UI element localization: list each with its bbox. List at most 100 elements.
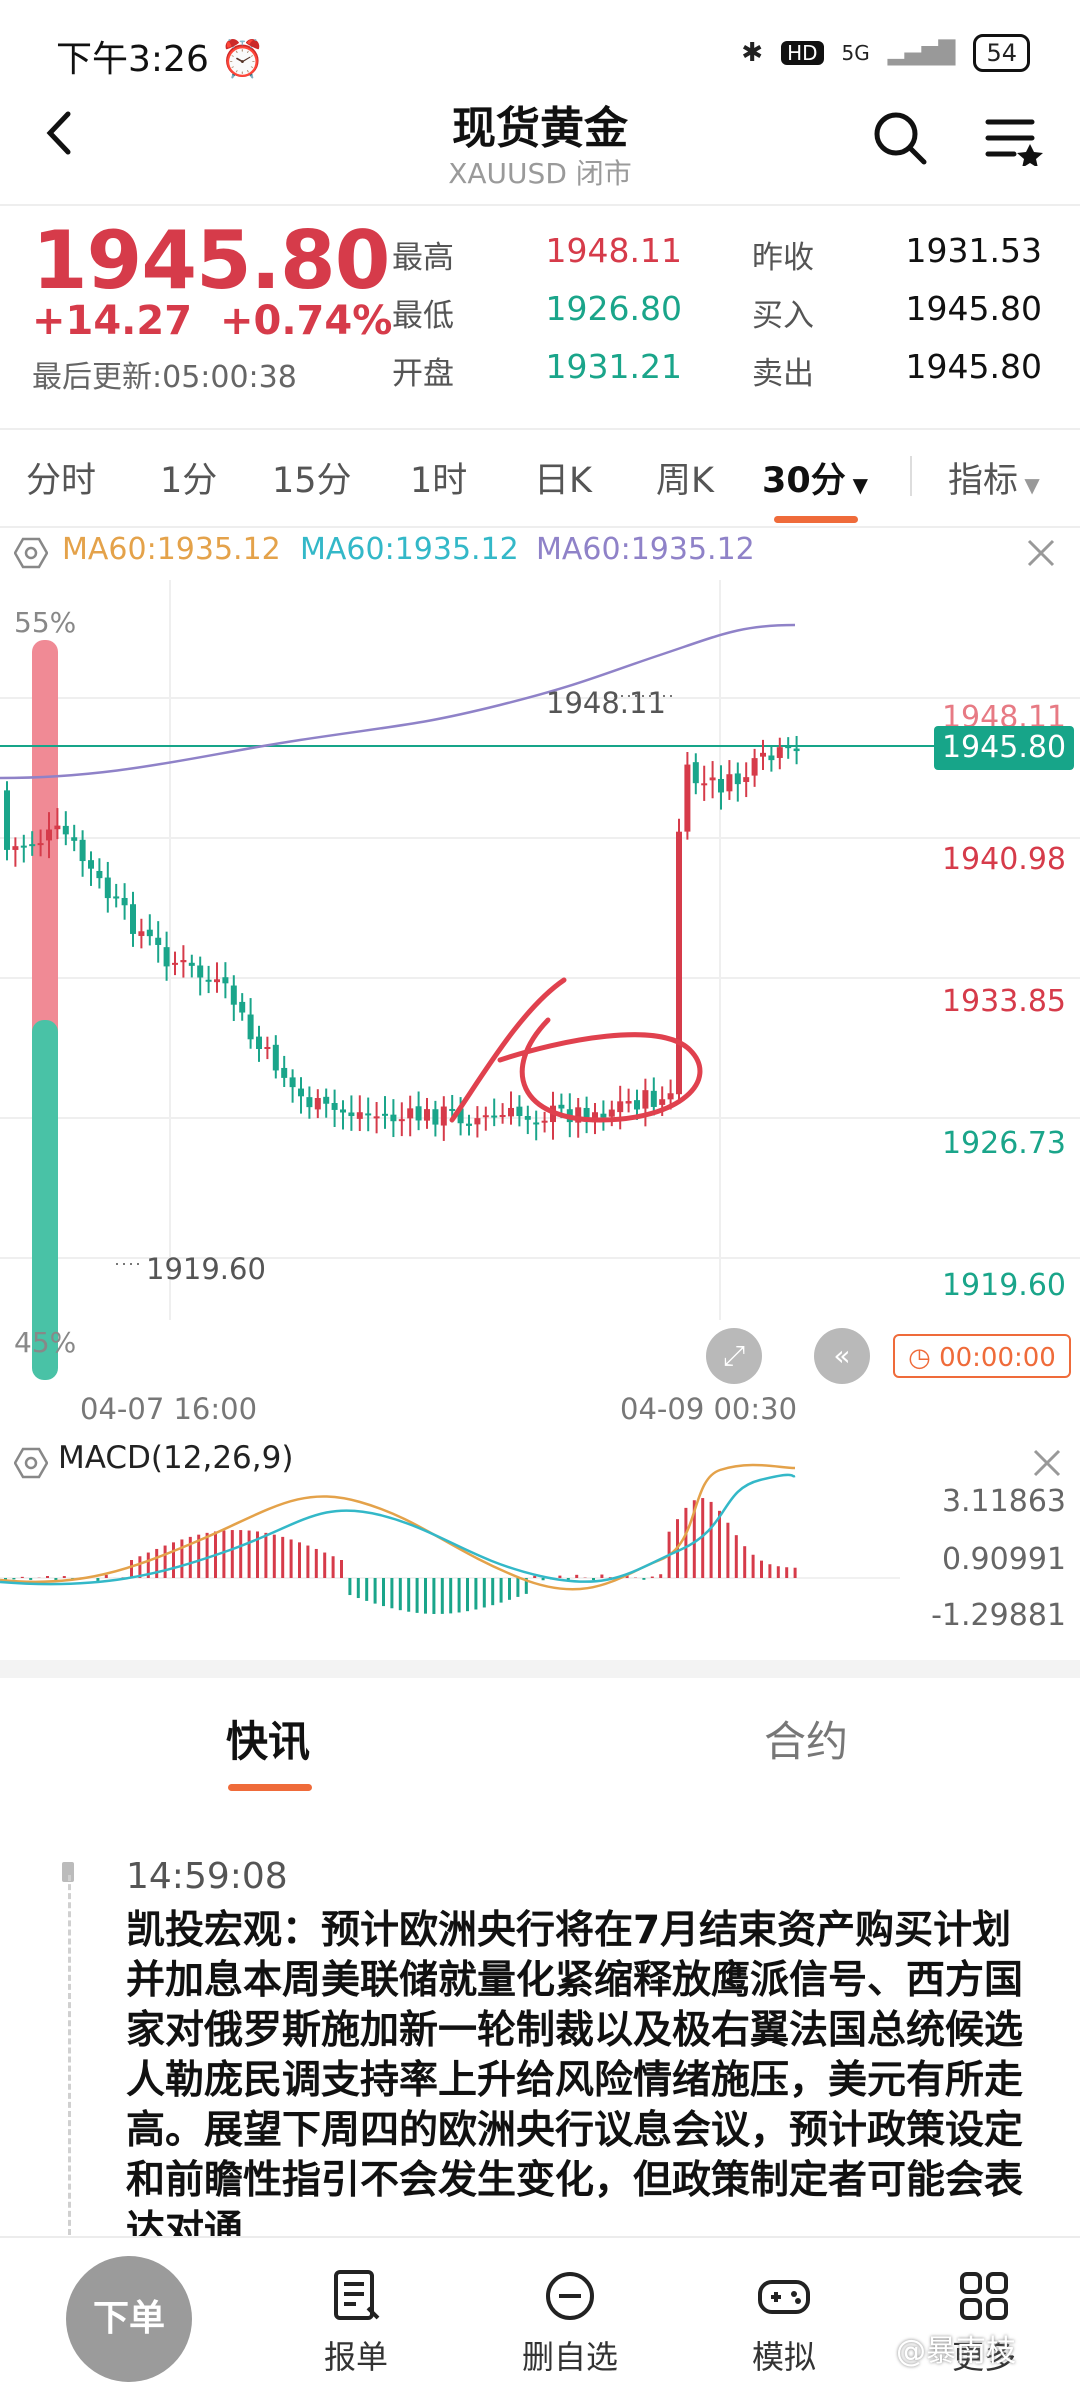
candle-body bbox=[155, 938, 161, 945]
stat-label-high: 最高 bbox=[392, 232, 454, 277]
hexagon-settings-icon bbox=[14, 536, 48, 570]
tab-30min[interactable]: 30分 ▼ bbox=[762, 452, 868, 503]
macd-bar bbox=[516, 1578, 519, 1597]
macd-bar bbox=[684, 1508, 687, 1578]
candle-body bbox=[180, 960, 186, 962]
clock-icon: ◷ bbox=[908, 1343, 939, 1373]
macd-bar bbox=[735, 1535, 738, 1578]
tab-1hour[interactable]: 1时 bbox=[410, 452, 467, 503]
caret-down-icon: ▼ bbox=[1018, 473, 1040, 497]
candle-body bbox=[726, 774, 732, 791]
rewind-button[interactable]: « bbox=[814, 1328, 870, 1384]
macd-bar bbox=[407, 1578, 410, 1612]
candle-body bbox=[38, 843, 44, 845]
macd-bar bbox=[726, 1523, 729, 1578]
macd-bar bbox=[273, 1535, 276, 1578]
candle-body bbox=[768, 756, 774, 761]
caret-down-icon: ▼ bbox=[846, 473, 868, 497]
news-tab-indicator bbox=[228, 1784, 312, 1791]
candle-body bbox=[684, 765, 690, 832]
macd-bar bbox=[777, 1566, 780, 1578]
pct-top-label: 55% bbox=[14, 606, 76, 639]
macd-bar bbox=[29, 1578, 32, 1580]
rewind-icon: « bbox=[833, 1339, 850, 1372]
candle-body bbox=[306, 1097, 312, 1107]
tab-1min[interactable]: 1分 bbox=[160, 452, 217, 503]
tab-contract[interactable]: 合约 bbox=[764, 1708, 848, 1769]
candle-body bbox=[231, 986, 237, 1005]
fullscreen-button[interactable]: ⤢ bbox=[706, 1328, 762, 1384]
macd-bar bbox=[743, 1546, 746, 1578]
macd-bar bbox=[642, 1578, 645, 1580]
status-bar: 下午3:26 ⏰ ✱ HD 5G ▂▄▆█ 54 bbox=[0, 0, 1080, 100]
candle-body bbox=[357, 1112, 363, 1119]
tab-intraday[interactable]: 分时 bbox=[26, 452, 96, 503]
tab-weekly[interactable]: 周K bbox=[656, 452, 714, 503]
candle-body bbox=[197, 965, 203, 977]
x-label-left: 04-07 16:00 bbox=[80, 1392, 257, 1426]
candle-body bbox=[71, 837, 77, 841]
watchlist-menu-button[interactable] bbox=[984, 116, 1044, 166]
place-order-button[interactable]: 下单 bbox=[66, 2256, 192, 2382]
macd-bar bbox=[348, 1578, 351, 1595]
stat-label-prev-close: 昨收 bbox=[752, 232, 814, 277]
candle-body bbox=[407, 1108, 413, 1118]
macd-bar bbox=[432, 1578, 435, 1614]
candle-body bbox=[273, 1045, 279, 1071]
tab-daily[interactable]: 日K bbox=[534, 452, 592, 503]
signal-icon: ▂▄▆█ bbox=[888, 41, 956, 66]
macd-bar bbox=[575, 1575, 578, 1578]
macd-bar bbox=[340, 1560, 343, 1578]
macd-bar bbox=[500, 1578, 503, 1603]
macd-bar bbox=[374, 1578, 377, 1604]
macd-bar bbox=[449, 1578, 452, 1613]
divider bbox=[0, 204, 1080, 206]
candle-body bbox=[676, 832, 682, 1095]
macd-bar bbox=[390, 1578, 393, 1608]
ma-settings-button[interactable] bbox=[14, 536, 48, 570]
news-time: 14:59:08 bbox=[126, 1856, 288, 1897]
section-gap bbox=[0, 1660, 1080, 1678]
macd-bar bbox=[306, 1546, 309, 1578]
macd-bar bbox=[105, 1575, 108, 1578]
remove-watchlist-button[interactable]: 删自选 bbox=[490, 2268, 650, 2378]
candle-body bbox=[113, 896, 119, 898]
macd-bar bbox=[264, 1533, 267, 1578]
candle-body bbox=[374, 1116, 380, 1118]
high-price-marker: 1948.11 bbox=[546, 686, 666, 720]
macd-bar bbox=[315, 1549, 318, 1578]
news-body[interactable]: 凯投宏观：预计欧洲央行将在7月结束资产购买计划并加息本周美联储就量化紧缩释放鹰派… bbox=[126, 1906, 1036, 2236]
macd-bar bbox=[63, 1576, 66, 1578]
tab-news-flash[interactable]: 快讯 bbox=[226, 1708, 310, 1769]
macd-chart[interactable] bbox=[0, 1460, 900, 1660]
tab-indicators[interactable]: 指标 ▼ bbox=[948, 452, 1040, 503]
price-change-pct: +0.74% bbox=[220, 298, 392, 344]
candle-body bbox=[710, 777, 716, 780]
close-macd-button[interactable] bbox=[1030, 1446, 1064, 1480]
candle-body bbox=[130, 904, 136, 934]
gamepad-icon bbox=[756, 2268, 812, 2324]
candle-body bbox=[46, 830, 52, 841]
macd-bar bbox=[558, 1576, 561, 1578]
last-price: 1945.80 bbox=[32, 214, 389, 307]
candle-body bbox=[449, 1109, 455, 1111]
candle-body bbox=[416, 1106, 422, 1120]
search-button[interactable] bbox=[872, 110, 928, 166]
macd-bar bbox=[172, 1542, 175, 1578]
stat-value-prev-close: 1931.53 bbox=[842, 231, 1042, 270]
macd-bar bbox=[466, 1578, 469, 1611]
candle-body bbox=[777, 747, 783, 758]
macd-bar bbox=[323, 1553, 326, 1578]
candle-body bbox=[794, 749, 800, 751]
macd-dea-line bbox=[0, 1475, 795, 1584]
annotation-circle bbox=[500, 1020, 700, 1120]
close-ma-button[interactable] bbox=[1024, 536, 1058, 570]
macd-bar bbox=[491, 1578, 494, 1605]
candle-body bbox=[54, 826, 60, 830]
candle-body bbox=[651, 1091, 657, 1107]
report-button[interactable]: 报单 bbox=[276, 2268, 436, 2378]
pct-bottom-label: 45% bbox=[14, 1326, 76, 1359]
bluetooth-icon: ✱ bbox=[741, 38, 763, 68]
simulate-button[interactable]: 模拟 bbox=[704, 2268, 864, 2378]
tab-15min[interactable]: 15分 bbox=[272, 452, 352, 503]
